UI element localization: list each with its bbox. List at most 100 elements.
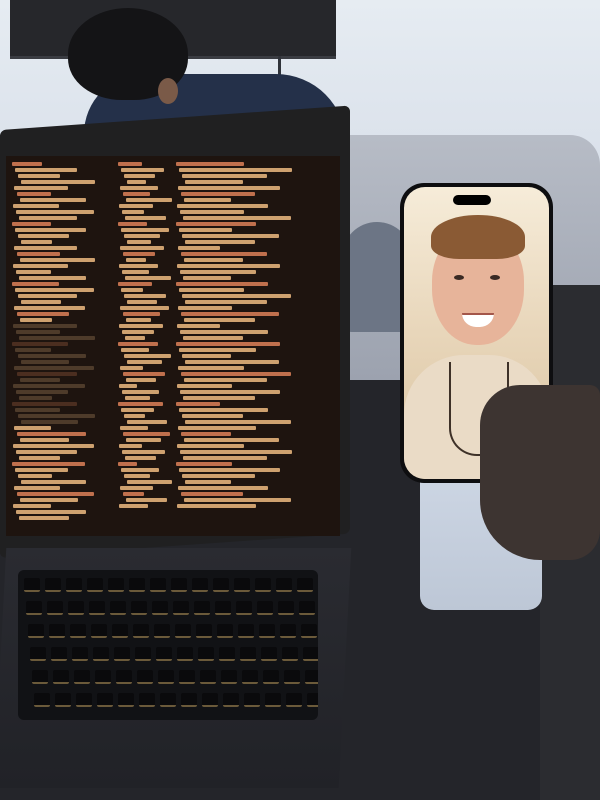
code-line [17, 252, 60, 256]
code-line [179, 288, 244, 292]
code-line [123, 252, 155, 256]
code-line [178, 246, 220, 250]
code-line [127, 420, 167, 424]
keyboard-key [154, 624, 170, 638]
code-line [18, 294, 77, 298]
keyboard-key [265, 693, 281, 707]
keyboard-key [171, 578, 187, 592]
keyboard-key [139, 693, 155, 707]
keyboard-key [97, 693, 113, 707]
keyboard-key [303, 647, 318, 661]
code-line [176, 282, 268, 286]
code-line [177, 324, 220, 328]
code-line [177, 204, 268, 208]
code-line [118, 162, 142, 166]
code-line [125, 276, 171, 280]
keyboard-key [55, 693, 71, 707]
keyboard-key [223, 693, 239, 707]
code-line [16, 450, 77, 454]
keyboard-key [129, 578, 145, 592]
code-line [185, 180, 243, 184]
code-line [121, 228, 169, 232]
code-line [178, 306, 232, 310]
keyboard-key [236, 601, 252, 615]
code-line [180, 210, 244, 214]
code-line [178, 486, 268, 490]
keyboard-key [286, 693, 302, 707]
code-line [179, 168, 292, 172]
keyboard-key [118, 693, 134, 707]
keyboard-key [282, 647, 298, 661]
code-line [125, 396, 150, 400]
keyboard-key [221, 670, 237, 684]
code-line [121, 348, 149, 352]
code-line [13, 444, 94, 448]
code-line [181, 372, 291, 376]
keyboard-key [53, 670, 69, 684]
code-line [13, 504, 51, 508]
code-line [119, 204, 153, 208]
code-line [181, 312, 279, 316]
code-line [16, 390, 68, 394]
code-line [183, 276, 231, 280]
code-line [179, 408, 268, 412]
code-line [122, 390, 159, 394]
keyboard-key [177, 647, 193, 661]
code-line [18, 174, 60, 178]
keyboard-key [200, 670, 216, 684]
selfie-left-eye [454, 275, 464, 280]
keyboard-key [49, 624, 65, 638]
keyboard-key [95, 670, 111, 684]
keyboard-key [45, 578, 61, 592]
keyboard-key [240, 647, 256, 661]
keyboard-key [284, 670, 300, 684]
code-line [16, 510, 86, 514]
keyboard-key [261, 647, 277, 661]
keyboard-key [192, 578, 208, 592]
code-line [127, 300, 157, 304]
code-line [21, 360, 69, 364]
code-line [184, 378, 267, 382]
keyboard-key [238, 624, 254, 638]
code-line [19, 456, 60, 460]
code-line [16, 210, 94, 214]
code-line [177, 504, 256, 508]
code-line [184, 258, 243, 262]
code-line [177, 264, 280, 268]
keyboard-key [215, 601, 231, 615]
code-line [126, 378, 156, 382]
code-line [16, 270, 51, 274]
keyboard-key [131, 601, 147, 615]
keyboard-key [133, 624, 149, 638]
keyboard-key [175, 624, 191, 638]
code-line [20, 438, 69, 442]
code-line [180, 450, 292, 454]
code-line [176, 462, 232, 466]
keyboard-key [108, 578, 124, 592]
code-line [12, 162, 42, 166]
code-line [184, 198, 231, 202]
code-line [20, 318, 52, 322]
keyboard-key [150, 578, 166, 592]
code-line [126, 318, 151, 322]
code-line [178, 426, 256, 430]
code-line [14, 306, 85, 310]
keyboard-key [137, 670, 153, 684]
code-line [20, 498, 78, 502]
laptop-keyboard [18, 570, 318, 720]
keyboard-key [30, 647, 46, 661]
code-line [127, 240, 151, 244]
code-line [177, 444, 244, 448]
code-line [123, 432, 170, 436]
keyboard-key [66, 578, 82, 592]
code-line [19, 516, 69, 520]
code-line [20, 198, 86, 202]
code-line [12, 402, 77, 406]
code-line [120, 246, 164, 250]
code-line [120, 186, 158, 190]
code-line [123, 492, 144, 496]
code-line [19, 336, 95, 340]
code-line [17, 312, 69, 316]
keyboard-key [152, 601, 168, 615]
code-line [21, 240, 52, 244]
